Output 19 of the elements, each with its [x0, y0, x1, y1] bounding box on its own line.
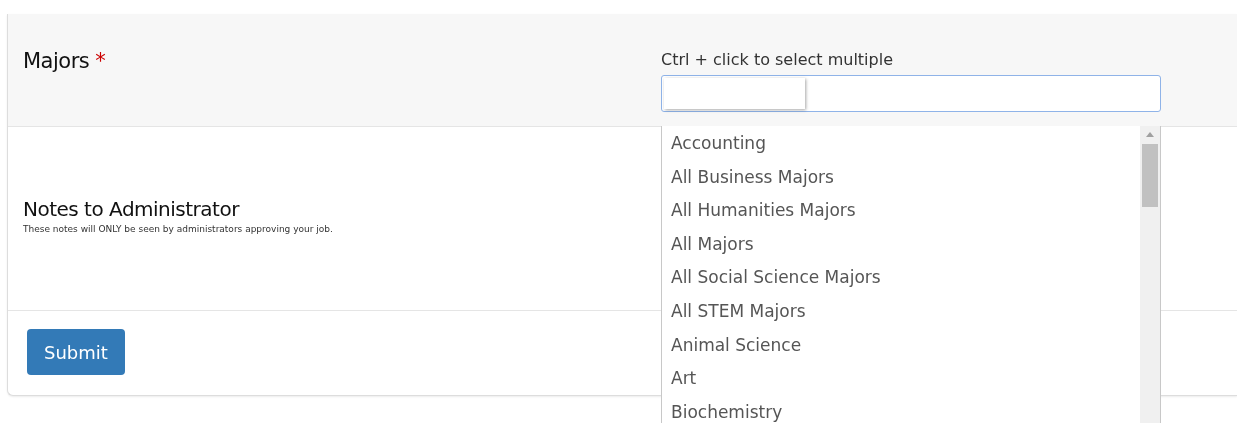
scroll-up-icon[interactable]	[1146, 132, 1154, 137]
dropdown-option[interactable]: Biochemistry	[671, 398, 1140, 423]
dropdown-option[interactable]: Art	[671, 365, 1140, 399]
submit-button[interactable]: Submit	[27, 329, 125, 375]
hint-text: Ctrl + click to select multiple	[661, 50, 894, 70]
dropdown-option[interactable]: All Business Majors	[671, 163, 1140, 198]
dropdown-option[interactable]: All Majors	[671, 230, 1140, 265]
required-mark: *	[95, 48, 106, 75]
help-text: These notes will ONLY be seen by administrators approving your job.	[23, 223, 333, 236]
scroll-thumb[interactable]	[1142, 144, 1158, 207]
select-field[interactable]	[661, 75, 1161, 112]
search-input[interactable]	[664, 78, 805, 109]
dropdown-option[interactable]: All STEM Majors	[671, 297, 1140, 332]
field-label: Notes to Administrator	[23, 196, 239, 222]
dropdown-option[interactable]: All Social Science Majors	[671, 264, 1140, 298]
field-label: Majors	[23, 48, 90, 75]
dropdown-option[interactable]: Animal Science	[671, 331, 1140, 366]
dropdown-option[interactable]: All Humanities Majors	[671, 197, 1140, 231]
dropdown-option[interactable]: Accounting	[671, 130, 1140, 164]
